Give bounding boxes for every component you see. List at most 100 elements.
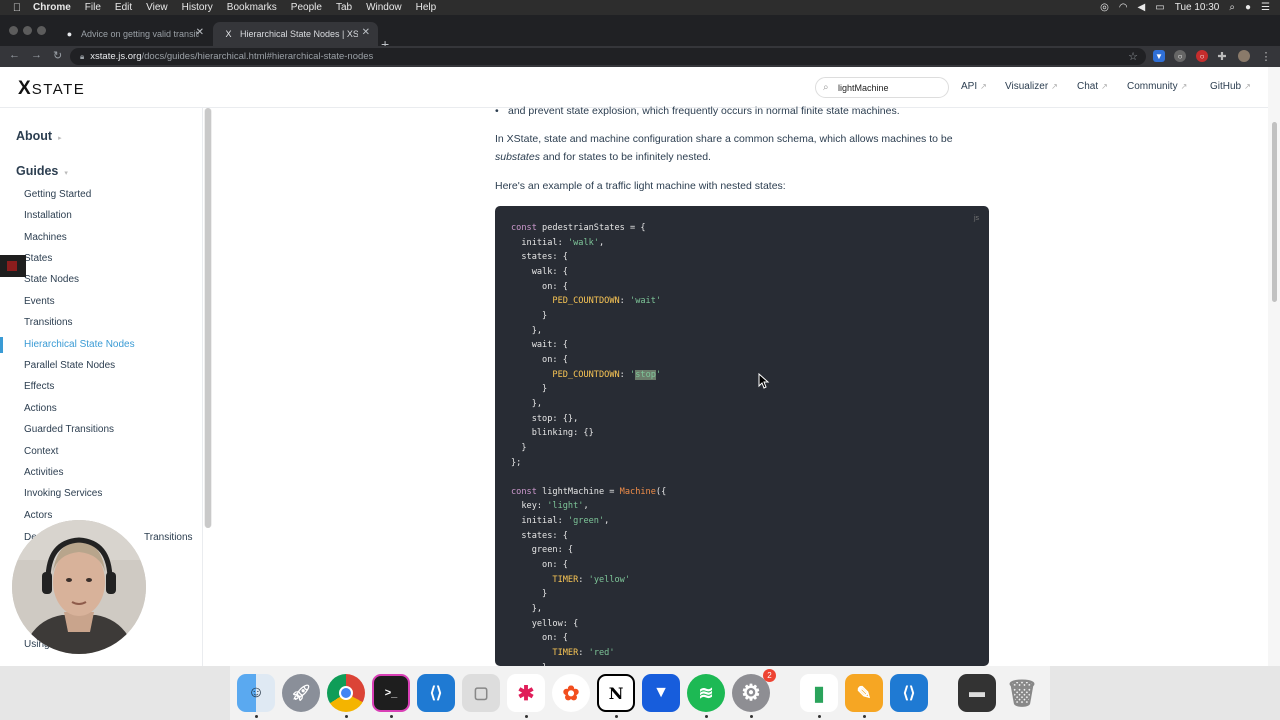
battery-icon[interactable]: ▭: [1155, 2, 1164, 13]
sidebar-item-transitions[interactable]: Transitions: [24, 317, 73, 328]
menu-file[interactable]: File: [85, 2, 101, 13]
nav-link-github[interactable]: GitHub ↗: [1210, 81, 1251, 92]
vpn-icon[interactable]: ◎: [1100, 2, 1109, 13]
browser-tab-xstate[interactable]: X Hierarchical State Nodes | XSt ✕: [213, 22, 378, 46]
nav-link-chat[interactable]: Chat ↗: [1077, 81, 1108, 92]
sidebar-item-getting-started[interactable]: Getting Started: [24, 189, 91, 200]
bitwarden-extension-icon[interactable]: ▼: [1153, 50, 1165, 62]
nav-link-community[interactable]: Community ↗: [1127, 81, 1187, 92]
url-host: xstate.js.org: [90, 51, 142, 62]
menu-help[interactable]: Help: [416, 2, 437, 13]
menu-bookmarks[interactable]: Bookmarks: [227, 2, 277, 13]
user-icon[interactable]: ●: [1245, 2, 1251, 13]
wifi-icon[interactable]: ◠: [1119, 2, 1128, 13]
spotlight-icon[interactable]: ⌕: [1229, 2, 1235, 13]
vscode-insiders-icon[interactable]: ⟨⟩: [890, 674, 928, 712]
menu-tab[interactable]: Tab: [336, 2, 352, 13]
sidebar-item-events[interactable]: Events: [24, 296, 55, 307]
sidebar-scrollbar[interactable]: [204, 108, 212, 528]
page-scroll-thumb[interactable]: [1272, 122, 1277, 302]
sidebar-item-invoking-services[interactable]: Invoking Services: [24, 488, 102, 499]
sidebar-item-actions[interactable]: Actions: [24, 403, 57, 414]
sidebar-item-context[interactable]: Context: [24, 446, 58, 457]
page-scrollbar[interactable]: [1268, 67, 1280, 667]
bookmark-star-icon[interactable]: ☆: [1128, 50, 1138, 63]
sidebar-item-machines[interactable]: Machines: [24, 232, 67, 243]
menu-chrome[interactable]: Chrome: [33, 2, 71, 13]
code-block[interactable]: js const pedestrianStates = { initial: 'w…: [495, 206, 989, 666]
slack-icon[interactable]: ✱: [507, 674, 545, 712]
apple-icon[interactable]: : [8, 2, 26, 14]
sidebar-item-states[interactable]: States: [24, 253, 52, 264]
chrome-menu-icon[interactable]: ⋮: [1260, 50, 1272, 63]
pages-icon[interactable]: ✎: [845, 674, 883, 712]
finder-icon[interactable]: ☺: [237, 674, 275, 712]
terminal-icon[interactable]: >_: [372, 674, 410, 712]
nav-label: Chat: [1077, 81, 1099, 92]
lock-icon[interactable]: 🔒︎: [80, 52, 84, 62]
trash-icon[interactable]: 🗑︎: [1003, 674, 1041, 712]
window-zoom-button[interactable]: [37, 26, 46, 35]
recording-indicator: [0, 255, 26, 277]
external-link-icon: ↗: [1244, 82, 1251, 91]
sidebar-item-delayed-partial-end[interactable]: Transitions: [144, 532, 193, 543]
browser-tab-strip: ● Advice on getting valid transiti ✕ X H…: [0, 15, 1280, 52]
extensions-puzzle-icon[interactable]: ✚: [1216, 50, 1228, 63]
sidebar-group-guides[interactable]: Guides ▾: [16, 164, 68, 178]
nav-label: API: [961, 81, 978, 92]
tab-close-icon[interactable]: ✕: [196, 27, 204, 38]
menu-history[interactable]: History: [182, 2, 213, 13]
nav-link-api[interactable]: API ↗: [961, 81, 987, 92]
sidebar-item-hierarchical-state-nodes[interactable]: Hierarchical State Nodes: [24, 339, 135, 350]
vscode-icon[interactable]: ⟨⟩: [417, 674, 455, 712]
running-indicator: [525, 715, 528, 718]
browser-tab-github[interactable]: ● Advice on getting valid transiti ✕: [54, 22, 212, 46]
tab-title: Advice on getting valid transiti: [81, 29, 199, 39]
launchpad-icon[interactable]: 🚀︎: [282, 674, 320, 712]
sidebar-item-installation[interactable]: Installation: [24, 210, 72, 221]
chrome-icon[interactable]: [327, 674, 365, 712]
xstate-logo[interactable]: XSTATE: [18, 78, 85, 100]
sidebar-item-effects[interactable]: Effects: [24, 381, 54, 392]
numbers-icon[interactable]: ▮: [800, 674, 838, 712]
stop-recording-icon[interactable]: [7, 261, 17, 271]
sidebar-item-actors[interactable]: Actors: [24, 510, 52, 521]
clock[interactable]: Tue 10:30: [1175, 2, 1220, 13]
notification-center-icon[interactable]: ☰: [1261, 2, 1270, 13]
reload-icon[interactable]: ↻: [53, 49, 62, 62]
nav-label: GitHub: [1210, 81, 1242, 92]
menu-window[interactable]: Window: [366, 2, 402, 13]
paragraph-text: In XState, state and machine configurati…: [495, 133, 953, 145]
notion-icon[interactable]: N: [597, 674, 635, 712]
extension-red-icon[interactable]: ○: [1196, 50, 1208, 62]
preview-icon[interactable]: ▢: [462, 674, 500, 712]
screenshot-icon[interactable]: ▬: [958, 674, 996, 712]
tab-close-icon[interactable]: ✕: [362, 27, 370, 38]
window-minimize-button[interactable]: [23, 26, 32, 35]
sidebar-item-state-nodes[interactable]: State Nodes: [24, 274, 79, 285]
volume-icon[interactable]: ◀: [1138, 2, 1146, 13]
nav-link-visualizer[interactable]: Visualizer ↗: [1005, 81, 1058, 92]
sidebar-item-activities[interactable]: Activities: [24, 467, 63, 478]
mouse-cursor: [758, 373, 770, 389]
back-icon[interactable]: ←: [9, 49, 20, 61]
spotify-icon[interactable]: ≋: [687, 674, 725, 712]
address-bar[interactable]: 🔒︎ xstate.js.org /docs/guides/hierarchic…: [70, 48, 1146, 65]
sidebar-scroll-thumb[interactable]: [205, 108, 211, 528]
sidebar-item-guarded-transitions[interactable]: Guarded Transitions: [24, 424, 114, 435]
menu-view[interactable]: View: [146, 2, 168, 13]
sidebar-group-about[interactable]: About ▸: [16, 129, 62, 143]
figma-icon[interactable]: ✿: [552, 674, 590, 712]
window-close-button[interactable]: [9, 26, 18, 35]
menu-edit[interactable]: Edit: [115, 2, 132, 13]
bitwarden-icon[interactable]: ▼: [642, 674, 680, 712]
search-value: lightMachine: [838, 82, 889, 93]
chevron-down-icon: ▾: [64, 170, 68, 177]
profile-avatar[interactable]: [1238, 50, 1250, 62]
forward-icon[interactable]: →: [31, 49, 42, 61]
presenter-image: [12, 520, 146, 654]
sidebar-item-parallel-state-nodes[interactable]: Parallel State Nodes: [24, 360, 115, 371]
extension-icon[interactable]: ○: [1174, 50, 1186, 62]
search-input[interactable]: ⌕ lightMachine: [815, 77, 949, 98]
menu-people[interactable]: People: [291, 2, 322, 13]
